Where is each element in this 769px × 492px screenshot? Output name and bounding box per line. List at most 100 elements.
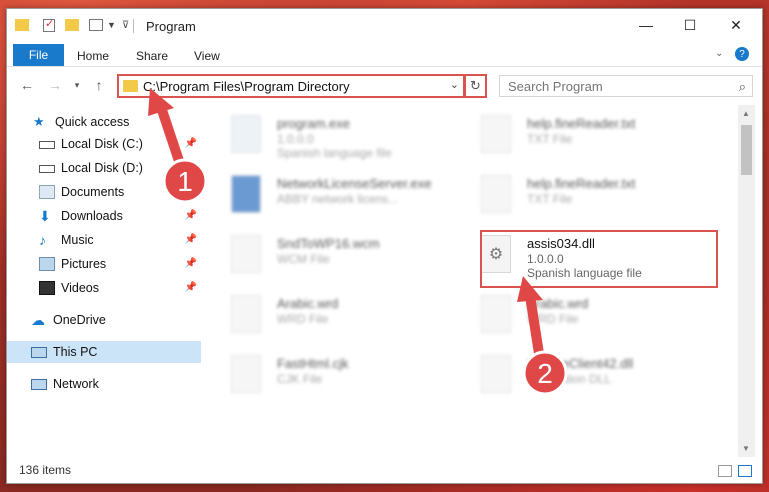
list-item[interactable]: program.exe 1.0.0.0 Spanish language fil… [211, 110, 451, 160]
chevron-down-icon[interactable]: ▼ [107, 20, 116, 30]
maximize-button[interactable]: ☐ [679, 15, 701, 35]
drive-icon [39, 141, 55, 149]
list-item[interactable]: NetworkLicenseServer.exe ABBY network li… [211, 170, 451, 220]
list-item[interactable]: help.fineReader.txt TXT File [461, 110, 701, 160]
title-separator [133, 19, 134, 33]
help-icon[interactable]: ? [735, 47, 749, 61]
sidebar-item-music[interactable]: ♪ Music 📌 [7, 229, 201, 251]
sidebar-item-label: OneDrive [53, 313, 106, 327]
list-item[interactable]: UpdateClient42.dll Application DLL [461, 350, 701, 400]
window-title: Program [146, 19, 196, 34]
tab-share[interactable]: Share [136, 49, 168, 63]
customize-toolbar-icon[interactable]: ⊽ [122, 20, 129, 31]
file-icon [481, 295, 511, 333]
navigation-pane: ★ Quick access Local Disk (C:) 📌 Local D… [7, 105, 203, 457]
list-item[interactable]: Arabic.wrd WRD File [211, 290, 451, 340]
scroll-thumb[interactable] [741, 125, 752, 175]
refresh-button[interactable]: ↻ [465, 74, 487, 98]
close-button[interactable]: ✕ [725, 15, 747, 35]
sidebar-item-label: Videos [61, 281, 99, 295]
sidebar-item-label: Music [61, 233, 94, 247]
forward-arrow-icon[interactable]: → [47, 77, 63, 93]
properties-icon[interactable]: ✓ [43, 18, 55, 32]
search-input[interactable] [500, 76, 720, 96]
sidebar-item-label: Quick access [55, 115, 130, 129]
view-switcher [718, 465, 752, 477]
exe-file-icon [231, 115, 261, 153]
drive-icon [39, 165, 55, 173]
file-list: program.exe 1.0.0.0 Spanish language fil… [211, 105, 741, 457]
list-item[interactable]: help.fineReader.txt TXT File [461, 170, 701, 220]
sidebar-item-pictures[interactable]: Pictures 📌 [7, 253, 201, 275]
music-icon: ♪ [39, 232, 46, 248]
download-icon: ⬇ [39, 208, 51, 224]
list-item[interactable]: SndToWP16.wcm WCM File [211, 230, 451, 280]
computer-icon [31, 347, 47, 358]
item-count: 136 items [19, 463, 72, 477]
search-icon[interactable]: ⌕ [739, 79, 746, 95]
documents-icon [39, 185, 55, 199]
sidebar-item-label: Downloads [61, 209, 123, 223]
explorer-window: ✓ ▼ ⊽ Program — ☐ ✕ File Home Share View… [6, 8, 763, 484]
pictures-icon [39, 257, 55, 271]
pin-icon[interactable]: 📌 [185, 186, 197, 197]
up-arrow-icon[interactable]: ↑ [91, 77, 107, 93]
details-view-icon[interactable] [718, 465, 732, 477]
sidebar-item-quick-access[interactable]: ★ Quick access [7, 111, 201, 133]
sidebar-item-this-pc[interactable]: This PC [7, 341, 201, 363]
back-arrow-icon[interactable]: ← [19, 77, 35, 93]
folder-icon [123, 80, 138, 92]
text-file-icon [481, 115, 511, 153]
sidebar-item-downloads[interactable]: ⬇ Downloads 📌 [7, 205, 201, 227]
sidebar-item-local-disk-c[interactable]: Local Disk (C:) 📌 [7, 133, 201, 155]
minimize-button[interactable]: — [635, 15, 657, 35]
sidebar-item-onedrive[interactable]: ☁ OneDrive [7, 309, 201, 331]
file-icon [231, 235, 261, 273]
sidebar-item-label: This PC [53, 345, 98, 359]
file-icon [231, 295, 261, 333]
pin-icon[interactable]: 📌 [185, 138, 197, 149]
dll-gear-icon [481, 355, 511, 393]
large-icons-view-icon[interactable] [738, 465, 752, 477]
navigation-bar: ← → ▾ ↑ C:\Program Files\Program Directo… [7, 71, 762, 101]
address-path[interactable]: C:\Program Files\Program Directory [143, 79, 350, 94]
tab-home[interactable]: Home [77, 49, 109, 63]
tab-view[interactable]: View [194, 49, 220, 63]
recent-locations-icon[interactable]: ▾ [69, 77, 85, 93]
file-icon [231, 355, 261, 393]
list-item[interactable]: FastHtml.cjk CJK File [211, 350, 451, 400]
new-folder-icon[interactable] [65, 19, 79, 31]
pin-icon[interactable]: 📌 [185, 234, 197, 245]
sidebar-item-label: Local Disk (D:) [61, 161, 143, 175]
sidebar-item-label: Network [53, 377, 99, 391]
address-bar[interactable]: C:\Program Files\Program Directory ⌄ [117, 74, 465, 98]
pin-icon[interactable]: 📌 [185, 282, 197, 293]
search-box[interactable]: ⌕ [499, 75, 753, 97]
list-item[interactable]: Arabic.wrd WRD File [461, 290, 701, 340]
pin-icon[interactable]: 📌 [185, 258, 197, 269]
network-icon [31, 379, 47, 390]
sidebar-item-label: Documents [61, 185, 125, 199]
scroll-up-icon[interactable]: ▲ [742, 109, 750, 118]
sidebar-item-videos[interactable]: Videos 📌 [7, 277, 201, 299]
folder-icon[interactable] [15, 19, 29, 31]
sidebar-item-local-disk-d[interactable]: Local Disk (D:) [7, 157, 201, 179]
exe-file-icon [231, 175, 261, 213]
sidebar-item-label: Local Disk (C:) [61, 137, 143, 151]
vertical-scrollbar[interactable]: ▲ ▼ [738, 105, 755, 457]
status-bar: 136 items [7, 461, 762, 483]
refresh-icon: ↻ [470, 78, 481, 93]
highlight-box [480, 230, 718, 288]
pin-icon[interactable]: 📌 [185, 210, 197, 221]
ribbon-tabs: File Home Share View ⌄ ? [7, 41, 762, 67]
expand-ribbon-icon[interactable]: ⌄ [715, 48, 723, 59]
sidebar-item-network[interactable]: Network [7, 373, 201, 395]
text-file-icon [481, 175, 511, 213]
sidebar-item-documents[interactable]: Documents 📌 [7, 181, 201, 203]
videos-icon [39, 281, 55, 295]
title-bar: ✓ ▼ ⊽ Program — ☐ ✕ [7, 9, 762, 41]
scroll-down-icon[interactable]: ▼ [742, 444, 750, 453]
view-options-icon[interactable] [89, 19, 103, 31]
tab-file[interactable]: File [13, 44, 64, 66]
chevron-down-icon[interactable]: ⌄ [450, 78, 459, 91]
